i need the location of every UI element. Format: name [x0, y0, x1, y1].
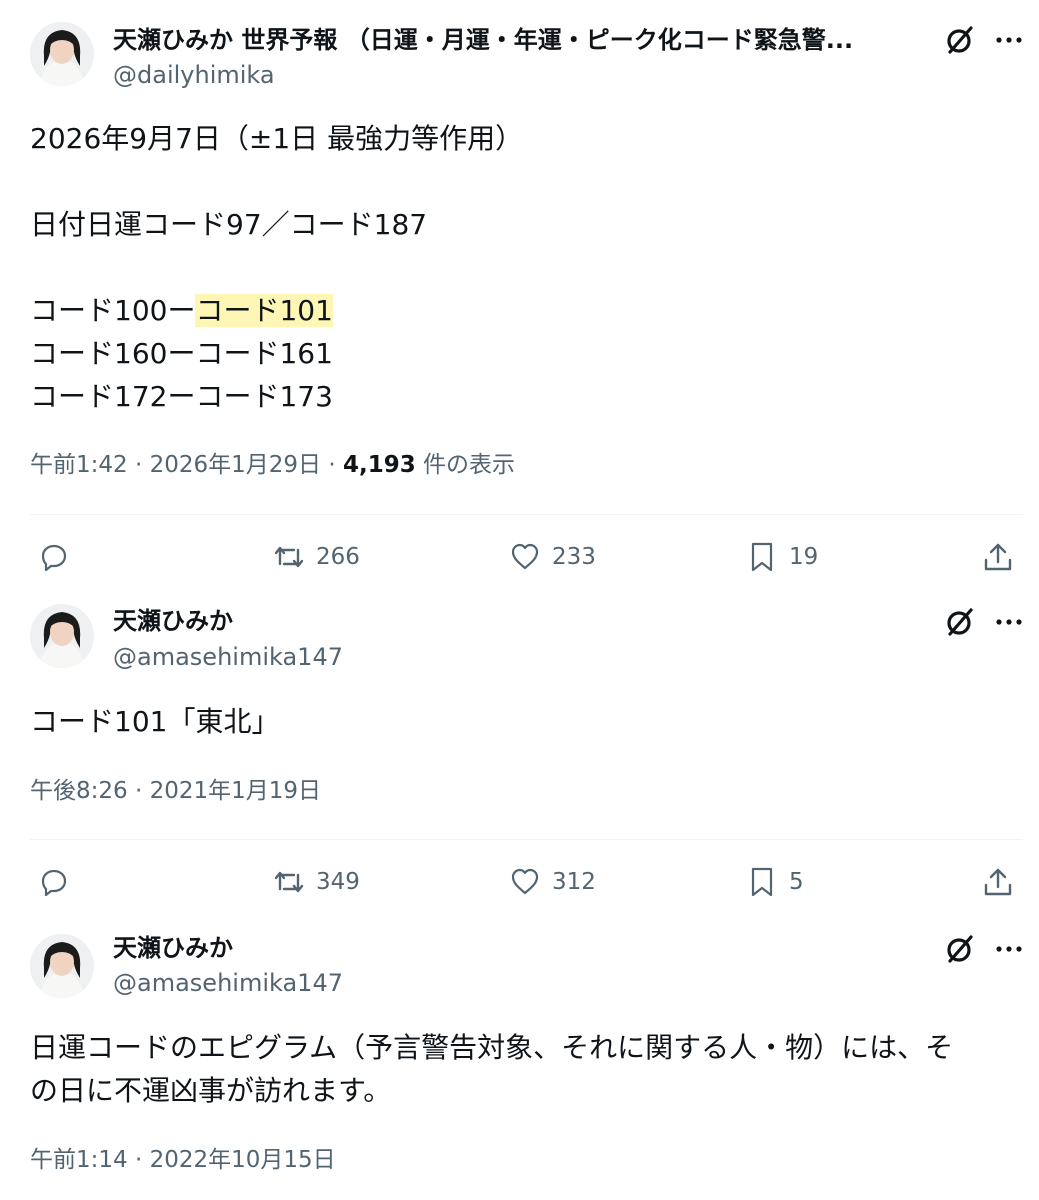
grok-icon[interactable]: [944, 933, 976, 965]
reply-icon: [41, 544, 67, 572]
bookmark-button[interactable]: 19: [745, 537, 818, 577]
tweet-text: コード101「東北」: [30, 700, 1020, 743]
text-segment: コード100ー: [30, 294, 196, 327]
meta-separator: ·: [127, 778, 150, 804]
text-line: 日運コードのエピグラム（予言警告対象、それに関する人・物）には、そ: [30, 1031, 954, 1064]
tweet-date[interactable]: 2026年1月29日: [150, 452, 321, 478]
divider: [30, 839, 1023, 840]
tweet-date[interactable]: 2021年1月19日: [150, 778, 321, 804]
view-count: 4,193: [342, 452, 416, 478]
meta-separator: ·: [321, 452, 343, 478]
highlighted-text: コード101: [195, 294, 333, 327]
meta-separator: ·: [127, 1147, 150, 1173]
display-name[interactable]: 天瀬ひみか: [113, 933, 233, 963]
text-line: 日付日運コード97／コード187: [30, 208, 428, 241]
like-count: 312: [552, 869, 596, 895]
bookmark-icon: [751, 867, 773, 897]
heart-icon: [511, 543, 539, 570]
grok-icon[interactable]: [944, 606, 976, 638]
avatar-image: [30, 604, 94, 668]
tweet-date[interactable]: 2022年10月15日: [150, 1147, 336, 1173]
like-button[interactable]: 233: [508, 537, 596, 577]
avatar-image: [30, 22, 94, 86]
text-line: コード160ーコード161: [30, 337, 333, 370]
avatar[interactable]: [30, 934, 94, 998]
repost-icon: [274, 871, 304, 893]
bookmark-icon: [751, 542, 773, 572]
text-line: コード100ーコード101: [30, 289, 1020, 332]
bookmark-count: 19: [789, 544, 819, 570]
repost-button[interactable]: 266: [272, 537, 360, 577]
like-button[interactable]: 312: [508, 862, 596, 902]
avatar[interactable]: [30, 604, 94, 668]
repost-count: 349: [316, 869, 360, 895]
tweet-time[interactable]: 午前1:42: [30, 452, 128, 478]
reply-button[interactable]: [37, 862, 71, 902]
bookmark-count: 5: [789, 869, 804, 895]
user-handle[interactable]: @amasehimika147: [113, 642, 343, 672]
tweet-time[interactable]: 午前1:14: [30, 1147, 128, 1173]
grok-icon[interactable]: [944, 24, 976, 56]
share-button[interactable]: [981, 537, 1015, 577]
tweet-text: 2026年9月7日（±1日 最強力等作用） 日付日運コード97／コード187 コ…: [30, 117, 1020, 418]
tweet-text: 日運コードのエピグラム（予言警告対象、それに関する人・物）には、そ の日に不運凶…: [30, 1026, 1020, 1112]
share-icon: [984, 543, 1012, 571]
share-icon: [984, 868, 1012, 896]
tweet-meta: 午前1:42 · 2026年1月29日 · 4,193 件の表示: [30, 450, 515, 480]
meta-separator: ·: [127, 452, 150, 478]
repost-icon: [274, 546, 304, 568]
heart-icon: [511, 868, 539, 895]
tweet-3: 天瀬ひみか @amasehimika147 日運コードのエピグラム（予言警告対象…: [0, 920, 1039, 1200]
text-line: の日に不運凶事が訪れます。: [30, 1074, 392, 1107]
text-line: コード172ーコード173: [30, 380, 333, 413]
more-icon[interactable]: [993, 933, 1025, 965]
avatar[interactable]: [30, 22, 94, 86]
user-handle[interactable]: @amasehimika147: [113, 968, 343, 998]
avatar-image: [30, 934, 94, 998]
display-name[interactable]: 天瀬ひみか 世界予報 （日運・月運・年運・ピーク化コード緊急警...: [113, 25, 853, 55]
tweet-time[interactable]: 午後8:26: [30, 778, 128, 804]
share-button[interactable]: [981, 862, 1015, 902]
reply-button[interactable]: [37, 537, 71, 577]
bookmark-button[interactable]: 5: [745, 862, 804, 902]
text-line: 2026年9月7日（±1日 最強力等作用）: [30, 122, 524, 155]
display-name[interactable]: 天瀬ひみか: [113, 606, 233, 636]
more-icon[interactable]: [993, 606, 1025, 638]
tweet-1: 天瀬ひみか 世界予報 （日運・月運・年運・ピーク化コード緊急警... @dail…: [0, 0, 1039, 590]
repost-button[interactable]: 349: [272, 862, 360, 902]
divider: [30, 514, 1023, 515]
more-icon[interactable]: [993, 24, 1025, 56]
text-line-blank: [30, 160, 1020, 203]
text-line: コード101「東北」: [30, 705, 280, 738]
like-count: 233: [552, 544, 596, 570]
tweet-meta: 午後8:26 · 2021年1月19日: [30, 776, 321, 806]
tweet-2: 天瀬ひみか @amasehimika147 コード101「東北」 午後8:26 …: [0, 590, 1039, 920]
user-handle[interactable]: @dailyhimika: [113, 60, 275, 90]
tweet-meta: 午前1:14 · 2022年10月15日: [30, 1145, 336, 1175]
text-line-blank: [30, 246, 1020, 289]
view-label: 件の表示: [423, 452, 516, 478]
reply-icon: [41, 869, 67, 897]
repost-count: 266: [316, 544, 360, 570]
